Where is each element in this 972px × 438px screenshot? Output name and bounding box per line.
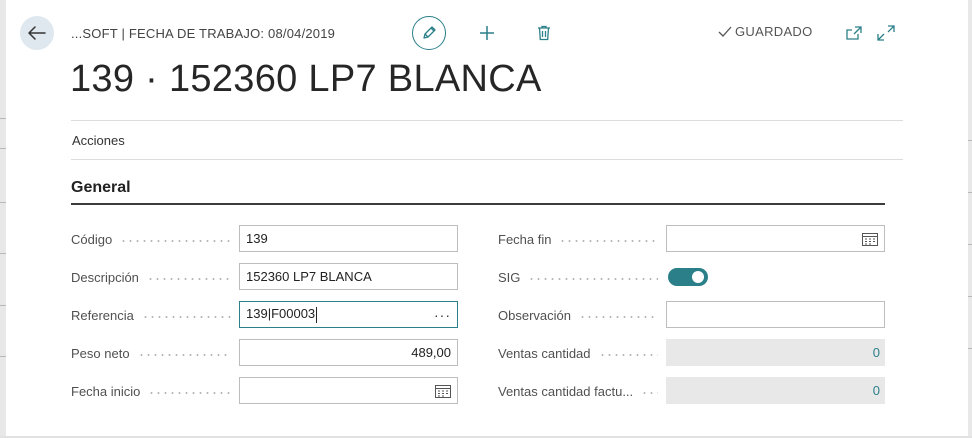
codigo-input[interactable]: 139 — [239, 225, 458, 252]
saved-status-label: GUARDADO — [735, 24, 813, 39]
referencia-input[interactable]: 139|F00003 ··· — [239, 301, 458, 328]
ventas-cantidad-facturada-value-box[interactable]: 0 — [666, 377, 885, 404]
divider — [71, 120, 903, 121]
field-label-peso-neto: Peso neto — [71, 343, 237, 363]
descripcion-input[interactable]: 152360 LP7 BLANCA — [239, 263, 458, 290]
field-label-observacion: Observación — [498, 305, 664, 325]
actions-menu[interactable]: Acciones — [72, 133, 125, 148]
back-button[interactable] — [20, 16, 54, 50]
open-new-window-button[interactable] — [845, 25, 865, 43]
peso-neto-value: 489,00 — [411, 345, 451, 360]
saved-status: GUARDADO — [718, 24, 813, 39]
field-label-ventas-cantidad-facturada: Ventas cantidad factu... — [498, 381, 664, 401]
breadcrumb: ...SOFT | FECHA DE TRABAJO: 08/04/2019 — [71, 26, 336, 41]
field-label-descripcion: Descripción — [71, 267, 237, 287]
trash-icon — [538, 25, 550, 41]
section-rule — [71, 203, 885, 205]
ventas-cantidad-facturada-value[interactable]: 0 — [873, 383, 880, 398]
section-title-general[interactable]: General — [71, 179, 131, 197]
referencia-value: 139|F00003 — [246, 306, 316, 322]
field-label-codigo: Código — [71, 229, 237, 249]
new-button[interactable] — [476, 22, 498, 44]
expand-button[interactable] — [877, 25, 897, 43]
codigo-value: 139 — [246, 231, 268, 246]
observacion-input[interactable] — [666, 301, 885, 328]
right-window-edge — [968, 0, 972, 438]
expand-icon — [877, 25, 895, 41]
plus-icon — [480, 26, 494, 40]
toggle-knob — [692, 271, 704, 283]
text-cursor — [316, 306, 318, 323]
peso-neto-input[interactable]: 489,00 — [239, 339, 458, 366]
field-label-sig: SIG — [498, 267, 664, 287]
left-window-edge — [0, 0, 6, 438]
ellipsis-icon[interactable]: ··· — [434, 307, 451, 323]
ventas-cantidad-value-box[interactable]: 0 — [666, 339, 885, 366]
ventas-cantidad-value[interactable]: 0 — [873, 345, 880, 360]
edit-button[interactable] — [412, 16, 446, 50]
descripcion-value: 152360 LP7 BLANCA — [246, 269, 372, 284]
field-label-referencia: Referencia — [71, 305, 237, 325]
checkmark-icon — [718, 26, 732, 37]
pencil-icon — [423, 26, 436, 39]
calendar-icon[interactable] — [435, 384, 451, 398]
open-in-new-window-icon — [846, 26, 862, 40]
delete-button[interactable] — [533, 22, 555, 44]
field-label-fecha-inicio: Fecha inicio — [71, 381, 237, 401]
field-label-fecha-fin: Fecha fin — [498, 229, 664, 249]
arrow-left-icon — [28, 26, 46, 40]
field-label-ventas-cantidad: Ventas cantidad — [498, 343, 664, 363]
divider — [71, 159, 903, 160]
fecha-fin-input[interactable] — [666, 225, 885, 252]
fecha-inicio-input[interactable] — [239, 377, 458, 404]
sig-toggle[interactable] — [668, 268, 708, 286]
page-title: 139 · 152360 LP7 BLANCA — [70, 58, 542, 100]
calendar-icon[interactable] — [862, 232, 878, 246]
